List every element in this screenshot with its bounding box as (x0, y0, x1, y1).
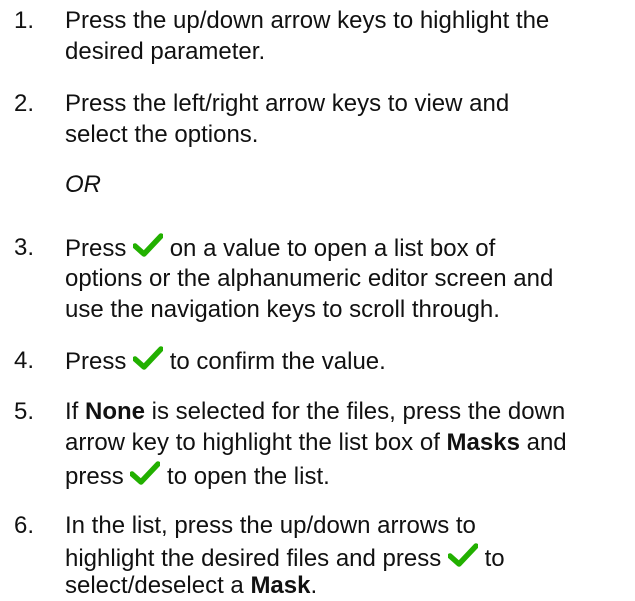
step-text: Press (65, 235, 127, 262)
bold-term: None (85, 398, 146, 425)
step-text-line: Press on a value to open a list box of (65, 233, 495, 264)
step-text: If (65, 398, 86, 425)
step-text: options or the alphanumeric editor scree… (65, 265, 554, 292)
step-text: to confirm the value. (169, 348, 386, 375)
step-text: highlight the desired files and press (65, 545, 442, 572)
step-number: 1. (14, 7, 35, 34)
step-number: 4. (14, 347, 35, 374)
step-text-line: arrow key to highlight the list box of M… (65, 428, 567, 458)
step-text: desired parameter. (65, 38, 266, 65)
step-text: use the navigation keys to scroll throug… (65, 296, 500, 323)
checkmark-icon (133, 233, 164, 259)
step-text: In the list, press the up/down arrows to (65, 512, 476, 539)
step-number: 5. (14, 398, 35, 425)
step-text: to (484, 545, 505, 572)
step-text: is selected for the files, press the dow… (145, 398, 566, 425)
or-label: OR (65, 171, 101, 198)
bold-term: Masks (446, 429, 520, 456)
checkmark-icon (130, 461, 161, 487)
step-text-line: select/deselect a Mask. (65, 571, 317, 601)
step-text: Press the left/right arrow keys to view … (65, 90, 510, 117)
checkmark-icon (133, 346, 164, 372)
step-text-line: Press to confirm the value. (65, 346, 386, 377)
step-number: 2. (14, 90, 35, 117)
step-text: select/deselect a (65, 572, 251, 599)
checkmark-icon (447, 543, 478, 569)
step-text: arrow key to highlight the list box of (65, 429, 447, 456)
step-number: 3. (14, 234, 35, 261)
step-text: on a value to open a list box of (169, 235, 496, 262)
step-text-line: press to open the list. (65, 461, 330, 492)
step-text-line: highlight the desired files and press to (65, 543, 505, 574)
step-text: press (65, 463, 124, 490)
step-text: Press the up/down arrow keys to highligh… (65, 7, 550, 34)
step-text: to open the list. (167, 463, 330, 490)
step-text: and (519, 429, 567, 456)
step-text-line: If None is selected for the files, press… (65, 397, 565, 427)
step-text: Press (65, 348, 127, 375)
step-text: select the options. (65, 121, 259, 148)
bold-term: Mask (250, 572, 311, 599)
step-number: 6. (14, 512, 35, 539)
step-text: . (310, 572, 318, 599)
